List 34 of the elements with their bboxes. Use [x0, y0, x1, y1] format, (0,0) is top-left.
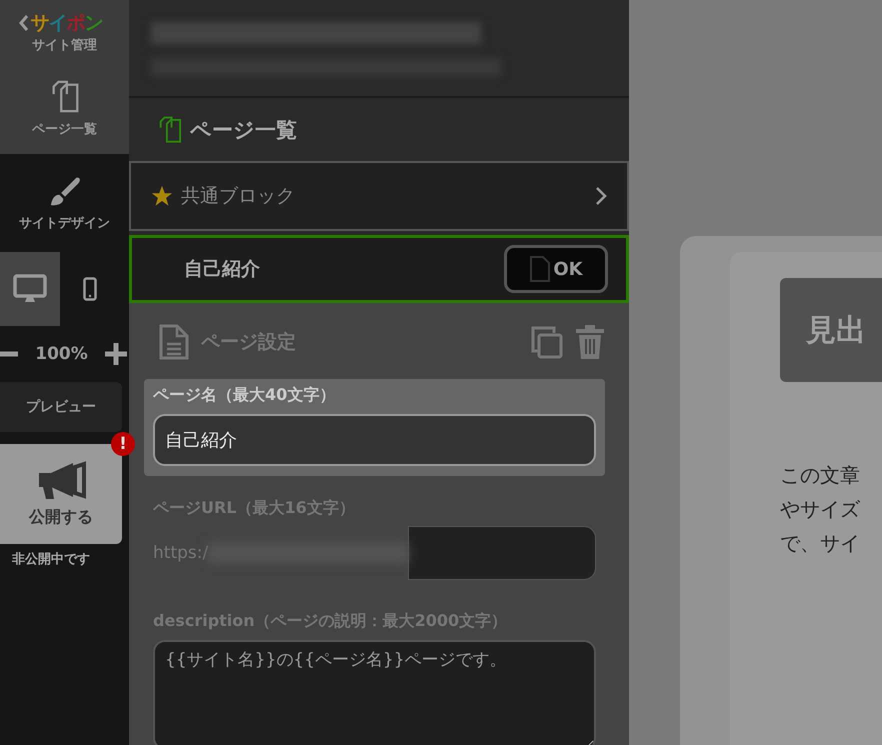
minus-icon	[0, 351, 18, 357]
common-block-item[interactable]: 共通ブロック	[129, 161, 629, 231]
device-toggle[interactable]	[0, 252, 60, 326]
copy-icon	[529, 325, 563, 359]
field-label: ページ名（最大40文字）	[153, 385, 336, 406]
site-admin-label: サイト管理	[32, 37, 97, 54]
publish-button[interactable]: 公開する	[0, 444, 122, 544]
ok-button[interactable]: OK	[504, 245, 608, 293]
page-item[interactable]: 自己紹介 OK	[129, 235, 629, 303]
zoom-out-button[interactable]	[0, 351, 20, 357]
publish-status: 非公開中です	[11, 551, 91, 568]
nav-item[interactable]: サイトデザイン	[0, 154, 129, 248]
star-icon	[151, 185, 173, 207]
back-chevron-icon	[18, 14, 28, 32]
url-field[interactable]	[408, 526, 596, 580]
zoom-in-button[interactable]	[103, 343, 129, 365]
zoom-level: 100%	[35, 344, 88, 364]
nav-item[interactable]: ページ一覧	[0, 60, 129, 154]
preview-heading: 見出	[780, 278, 882, 382]
logo-text[interactable]: サイポン	[30, 10, 102, 36]
copy-button[interactable]	[529, 325, 563, 359]
preview-button[interactable]: プレビュー	[0, 382, 122, 432]
text-field[interactable]: 自己紹介	[153, 414, 596, 466]
smartphone-icon	[83, 277, 97, 301]
chevron-right-icon	[595, 186, 607, 206]
panel-title: ページ一覧	[190, 116, 297, 144]
trash-icon	[575, 325, 605, 359]
plus-icon	[105, 343, 127, 365]
preview-text: この文章 やサイズ で、サイ	[780, 462, 862, 557]
document-icon	[159, 324, 189, 360]
monitor-icon	[13, 274, 47, 304]
document-icon	[529, 255, 552, 283]
delete-button[interactable]	[575, 325, 605, 359]
description-field[interactable]: {{サイト名}}の{{ページ名}}ページです。	[153, 640, 596, 745]
